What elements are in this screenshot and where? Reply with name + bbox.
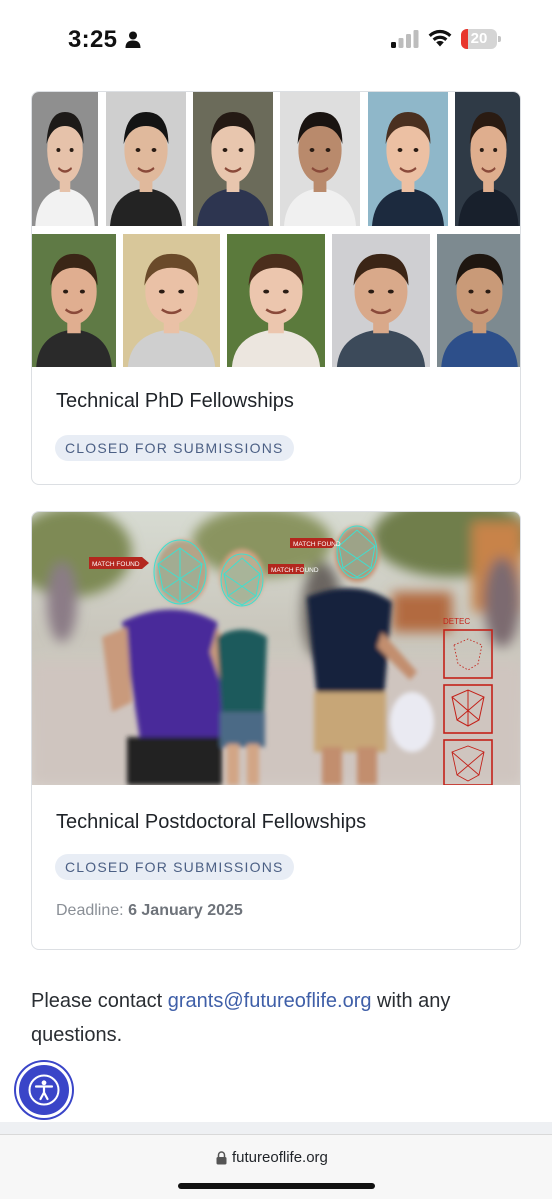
- fellow-portrait: [437, 234, 520, 367]
- home-indicator[interactable]: [178, 1183, 375, 1189]
- fellow-portrait: [227, 234, 325, 367]
- fellow-portrait: [193, 92, 273, 226]
- status-time: 3:25: [68, 26, 118, 53]
- contact-prefix: Please contact: [31, 990, 168, 1012]
- fellow-portrait: [123, 234, 220, 367]
- cellular-signal-icon: [391, 30, 419, 48]
- postdoc-fellowships-card[interactable]: MATCH FOUND MATCH FOUND MATCH FOUND DETE…: [31, 511, 521, 950]
- status-badge: CLOSED FOR SUBMISSIONS: [55, 435, 294, 461]
- person-icon: [125, 31, 141, 48]
- fellow-portrait: [106, 92, 186, 226]
- match-found-label: MATCH FOUND: [293, 541, 341, 548]
- match-found-label: MATCH FOUND: [271, 567, 319, 574]
- deadline-value: 6 January 2025: [128, 902, 243, 919]
- battery-icon: 20: [461, 29, 501, 49]
- fellow-portrait: [280, 92, 360, 226]
- wifi-icon: [428, 29, 452, 47]
- card-title[interactable]: Technical Postdoctoral Fellowships: [56, 811, 366, 834]
- lock-icon: [216, 1151, 227, 1165]
- fellow-portraits-grid: [32, 92, 520, 367]
- face-recognition-street-scene: MATCH FOUND MATCH FOUND MATCH FOUND DETE…: [32, 512, 520, 785]
- phd-fellowships-card[interactable]: Technical PhD Fellowships CLOSED FOR SUB…: [31, 91, 521, 485]
- fellow-portrait: [32, 234, 116, 367]
- match-found-label: MATCH FOUND: [92, 561, 140, 568]
- fellow-portrait: [32, 92, 98, 226]
- contact-email-link[interactable]: grants@futureoflife.org: [168, 990, 372, 1012]
- deadline: Deadline: 6 January 2025: [56, 902, 243, 920]
- accessibility-icon: [28, 1074, 60, 1106]
- status-badge: CLOSED FOR SUBMISSIONS: [55, 854, 294, 880]
- accessibility-button[interactable]: [16, 1062, 72, 1118]
- contact-paragraph: Please contact grants@futureoflife.org w…: [31, 984, 521, 1052]
- page-bottom-divider: [0, 1122, 552, 1134]
- fellow-portrait: [368, 92, 448, 226]
- battery-level: 20: [470, 30, 488, 47]
- card-title[interactable]: Technical PhD Fellowships: [56, 390, 294, 413]
- url-text[interactable]: futureoflife.org: [232, 1149, 328, 1166]
- browser-url-bar[interactable]: futureoflife.org: [0, 1134, 552, 1199]
- deadline-label: Deadline:: [56, 902, 124, 919]
- status-bar: 3:25 20: [0, 0, 552, 80]
- fellow-portrait: [332, 234, 430, 367]
- detection-label: DETEC: [443, 617, 470, 626]
- fellow-portrait: [455, 92, 520, 226]
